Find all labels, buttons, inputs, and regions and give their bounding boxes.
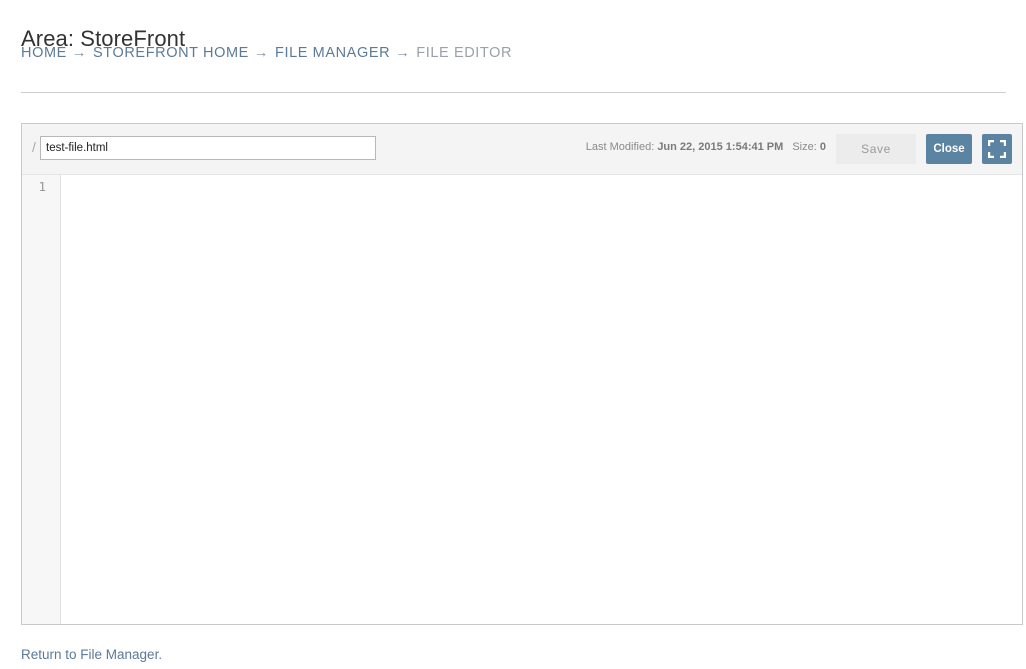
- breadcrumb-current: FILE EDITOR: [416, 45, 513, 61]
- breadcrumb-arrow: →: [71, 45, 88, 61]
- code-area[interactable]: [62, 175, 1022, 624]
- close-button[interactable]: Close: [926, 134, 972, 164]
- file-editor: / Last Modified: Jun 22, 2015 1:54:41 PM…: [21, 123, 1023, 625]
- filename-input[interactable]: [40, 136, 376, 160]
- breadcrumb-storefront-home-link[interactable]: STOREFRONT HOME: [93, 45, 249, 61]
- expand-icon: [988, 140, 1006, 158]
- line-gutter: 1: [22, 175, 61, 624]
- fullscreen-button[interactable]: [982, 134, 1012, 164]
- last-modified-label: Last Modified:: [585, 141, 655, 153]
- breadcrumb-home-link[interactable]: HOME: [21, 45, 67, 61]
- path-prefix: /: [32, 139, 36, 155]
- last-modified-value: Jun 22, 2015 1:54:41 PM: [657, 141, 784, 153]
- file-meta: Last Modified: Jun 22, 2015 1:54:41 PM S…: [586, 141, 826, 153]
- breadcrumb-file-manager-link[interactable]: FILE MANAGER: [275, 45, 390, 61]
- size-value: 0: [819, 141, 826, 153]
- breadcrumb-arrow: →: [395, 45, 411, 61]
- header-divider: [21, 92, 1006, 93]
- return-to-file-manager-link[interactable]: Return to File Manager.: [21, 647, 162, 662]
- editor-toolbar: / Last Modified: Jun 22, 2015 1:54:41 PM…: [22, 124, 1022, 175]
- breadcrumb: HOME → STOREFRONT HOME → FILE MANAGER → FILE E…: [21, 45, 512, 61]
- size-label: Size:: [792, 141, 817, 153]
- save-button[interactable]: Save: [836, 134, 916, 164]
- breadcrumb-arrow: →: [253, 45, 270, 61]
- line-number: 1: [38, 179, 46, 194]
